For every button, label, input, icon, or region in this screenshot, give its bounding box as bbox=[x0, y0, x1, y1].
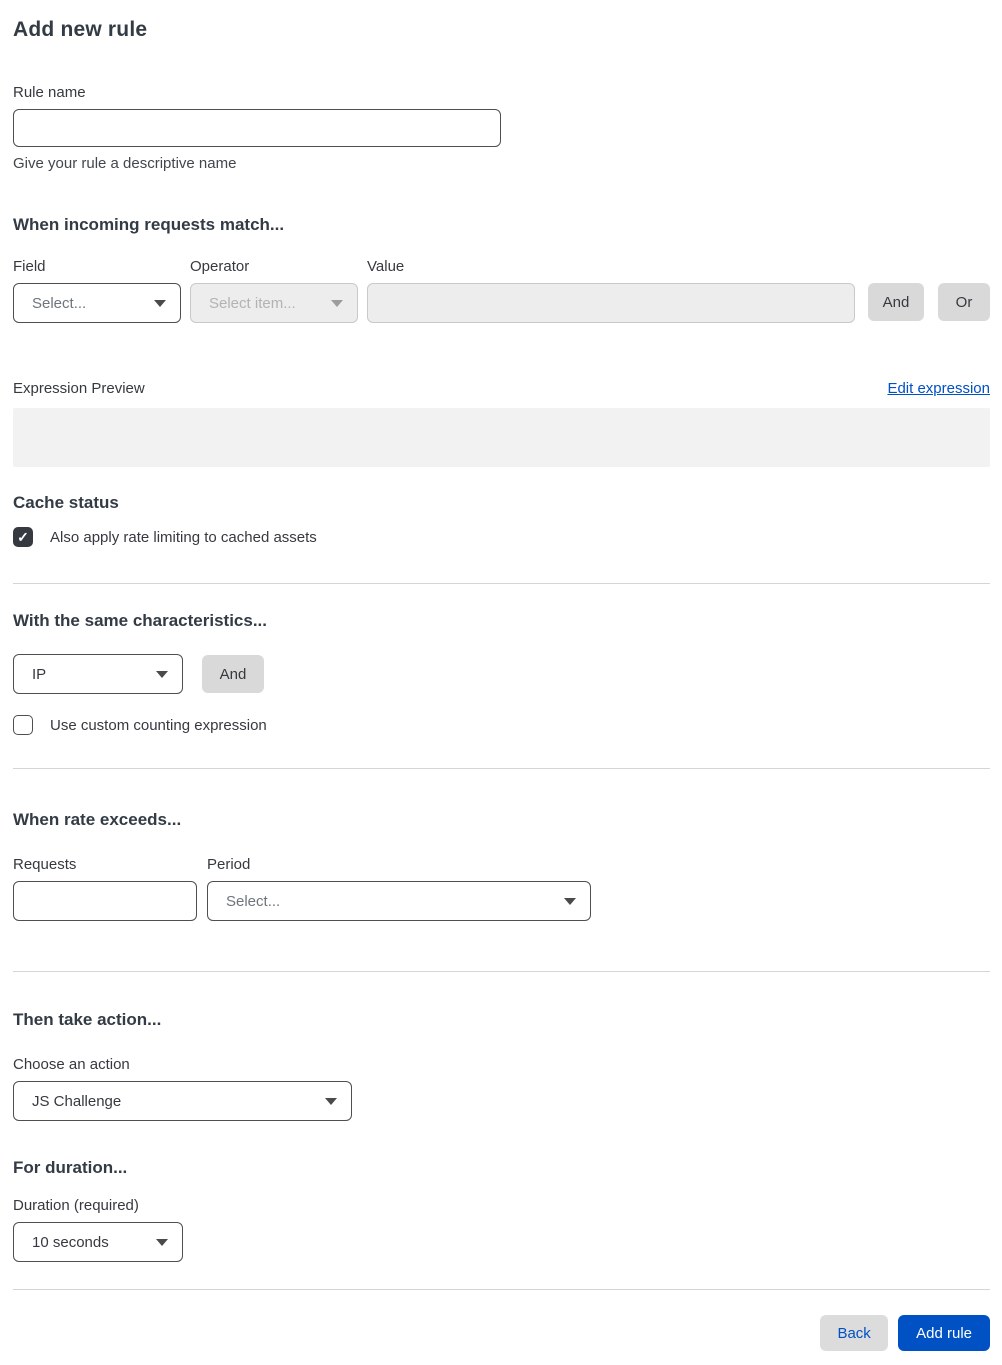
operator-select-value: Select item... bbox=[209, 294, 296, 312]
expression-preview-box bbox=[13, 408, 990, 467]
add-rule-button[interactable]: Add rule bbox=[898, 1315, 990, 1351]
or-button[interactable]: Or bbox=[938, 283, 990, 321]
cache-status-heading: Cache status bbox=[13, 493, 119, 512]
chevron-down-icon bbox=[564, 897, 576, 905]
divider bbox=[13, 768, 990, 769]
rule-name-helper: Give your rule a descriptive name bbox=[13, 155, 237, 172]
operator-select: Select item... bbox=[190, 283, 358, 323]
characteristics-and-button[interactable]: And bbox=[202, 655, 264, 693]
footer: Back Add rule bbox=[13, 1315, 990, 1351]
chevron-down-icon bbox=[154, 299, 166, 307]
divider bbox=[13, 583, 990, 584]
operator-label: Operator bbox=[190, 258, 250, 275]
chevron-down-icon bbox=[156, 670, 168, 678]
rate-heading: When rate exceeds... bbox=[13, 810, 182, 829]
counting-expression-checkbox[interactable] bbox=[13, 715, 33, 735]
cache-checkbox-label: Also apply rate limiting to cached asset… bbox=[50, 528, 317, 546]
field-group: Field Select... bbox=[13, 258, 181, 323]
match-row: Field Select... Operator Select item... … bbox=[13, 258, 990, 323]
operator-group: Operator Select item... bbox=[190, 258, 358, 323]
chevron-down-icon bbox=[331, 299, 343, 307]
characteristics-row: IP And bbox=[13, 654, 990, 694]
rule-name-label: Rule name bbox=[13, 84, 86, 101]
field-label: Field bbox=[13, 258, 46, 275]
divider bbox=[13, 971, 990, 972]
expression-header: Expression Preview Edit expression bbox=[13, 380, 990, 397]
field-select[interactable]: Select... bbox=[13, 283, 181, 323]
counting-expression-row: Use custom counting expression bbox=[13, 715, 990, 735]
value-input bbox=[367, 283, 855, 323]
edit-expression-link[interactable]: Edit expression bbox=[887, 380, 990, 397]
action-label: Choose an action bbox=[13, 1056, 130, 1073]
action-group: Choose an action JS Challenge bbox=[13, 1056, 990, 1121]
period-select-value: Select... bbox=[226, 892, 281, 910]
back-button[interactable]: Back bbox=[820, 1315, 889, 1351]
action-heading: Then take action... bbox=[13, 1010, 162, 1029]
duration-select[interactable]: 10 seconds bbox=[13, 1222, 183, 1262]
cache-checkbox-row: ✓ Also apply rate limiting to cached ass… bbox=[13, 527, 990, 547]
chevron-down-icon bbox=[156, 1238, 168, 1246]
requests-label: Requests bbox=[13, 856, 77, 873]
cache-checkbox[interactable]: ✓ bbox=[13, 527, 33, 547]
rule-name-group: Rule name Give your rule a descriptive n… bbox=[13, 84, 990, 172]
value-label: Value bbox=[367, 258, 405, 275]
duration-select-value: 10 seconds bbox=[32, 1233, 109, 1251]
requests-group: Requests bbox=[13, 856, 197, 921]
characteristic-select-value: IP bbox=[32, 665, 47, 683]
characteristics-heading: With the same characteristics... bbox=[13, 611, 268, 630]
period-select[interactable]: Select... bbox=[207, 881, 591, 921]
chevron-down-icon bbox=[325, 1097, 337, 1105]
requests-input[interactable] bbox=[13, 881, 197, 921]
duration-heading: For duration... bbox=[13, 1158, 128, 1177]
counting-expression-label: Use custom counting expression bbox=[50, 716, 267, 734]
match-section-heading: When incoming requests match... bbox=[13, 215, 285, 234]
page-title: Add new rule bbox=[13, 18, 148, 41]
expression-preview-label: Expression Preview bbox=[13, 380, 145, 397]
divider bbox=[13, 1289, 990, 1290]
duration-group: Duration (required) 10 seconds bbox=[13, 1197, 990, 1262]
characteristic-select[interactable]: IP bbox=[13, 654, 183, 694]
field-select-value: Select... bbox=[32, 294, 87, 312]
and-button[interactable]: And bbox=[868, 283, 924, 321]
period-label: Period bbox=[207, 856, 251, 873]
check-icon: ✓ bbox=[17, 529, 29, 545]
duration-label: Duration (required) bbox=[13, 1197, 139, 1214]
value-group: Value bbox=[367, 258, 855, 323]
period-group: Period Select... bbox=[207, 856, 591, 921]
action-select-value: JS Challenge bbox=[32, 1092, 122, 1110]
add-rule-form: Add new rule Rule name Give your rule a … bbox=[0, 0, 1002, 1365]
action-select[interactable]: JS Challenge bbox=[13, 1081, 352, 1121]
rate-row: Requests Period Select... bbox=[13, 856, 990, 921]
rule-name-input[interactable] bbox=[13, 109, 501, 147]
